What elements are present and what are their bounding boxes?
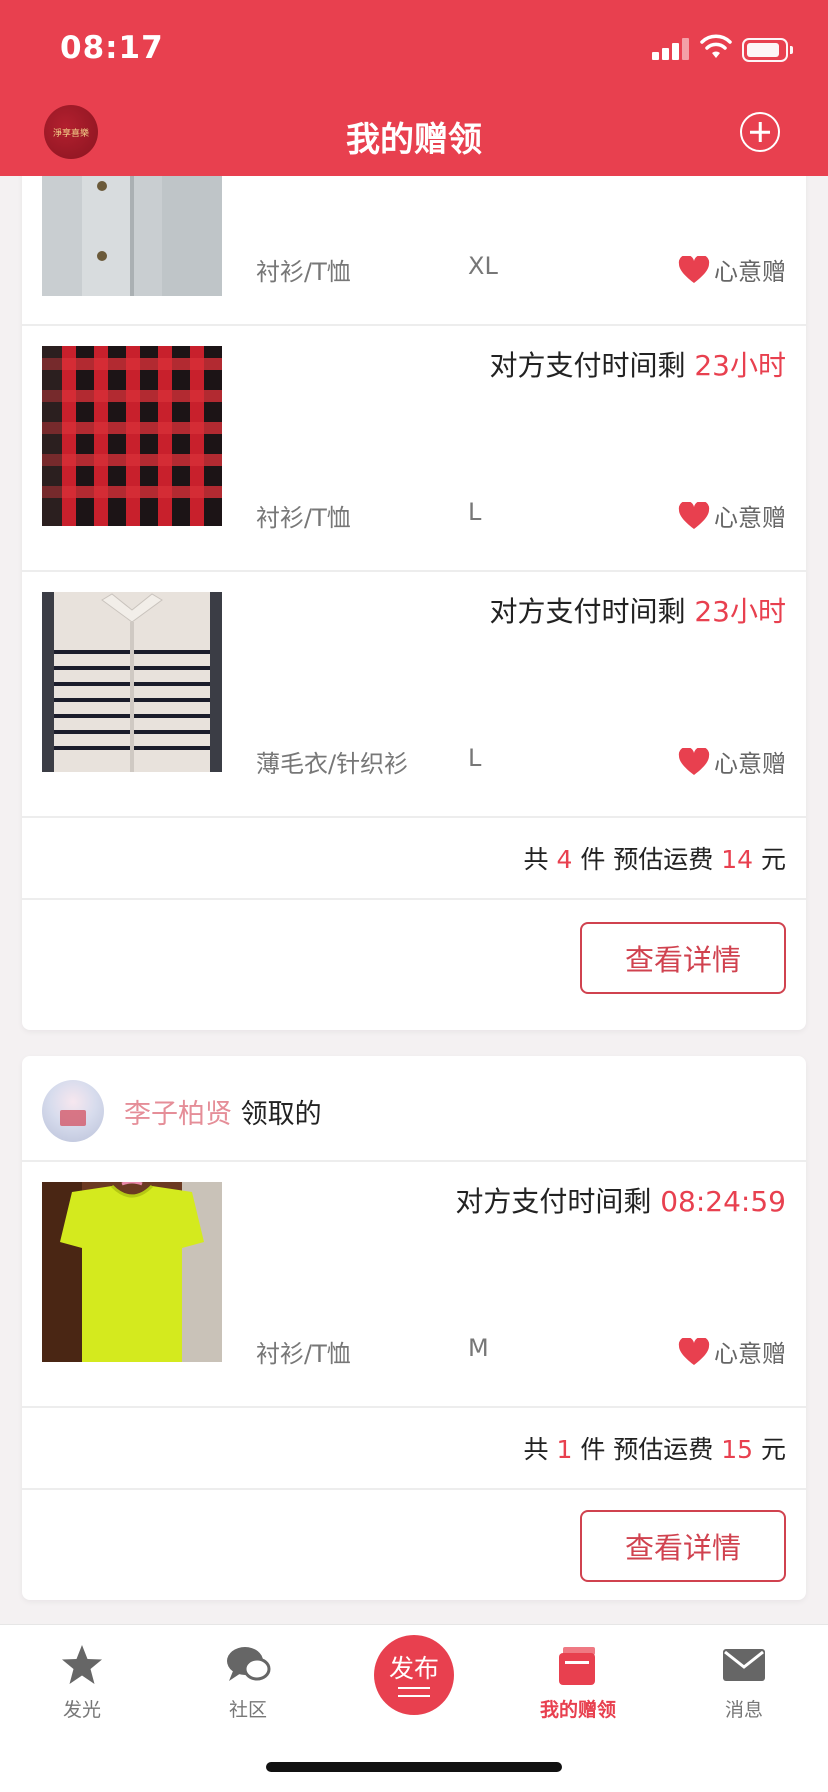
payment-timer: 对方支付时间剩 08:24:59 — [455, 1185, 786, 1218]
publish-button[interactable]: 发布 — [374, 1635, 454, 1715]
list-item[interactable]: 对方支付时间剩 23小时 衬衫/T恤 L 心意赠 — [22, 326, 806, 572]
mail-icon — [723, 1649, 765, 1681]
view-details-button[interactable]: 查看详情 — [580, 1510, 786, 1582]
tab-glow[interactable]: 发光 — [22, 1643, 142, 1722]
item-category: 衬衫/T恤 — [256, 1340, 351, 1368]
nav-bar: 淨享喜樂 我的赠领 — [0, 100, 828, 176]
item-category: 衬衫/T恤 — [256, 504, 351, 532]
add-circle-icon[interactable] — [740, 112, 780, 152]
receiver-row: 李子柏贤 领取的 — [22, 1056, 806, 1162]
heart-icon — [678, 501, 710, 529]
gift-type: 心意赠 — [678, 498, 786, 533]
menu-lines-icon — [398, 1687, 430, 1697]
gift-box-icon — [559, 1647, 595, 1685]
item-size: L — [468, 498, 482, 526]
item-photo — [42, 1182, 222, 1362]
divider — [22, 898, 806, 900]
divider — [22, 816, 806, 818]
home-indicator — [266, 1762, 562, 1772]
status-bar: 08:17 — [0, 0, 828, 100]
status-time: 08:17 — [60, 30, 164, 66]
item-category: 衬衫/T恤 — [256, 258, 351, 286]
item-photo — [42, 592, 222, 772]
chat-icon — [227, 1647, 271, 1681]
tab-community[interactable]: 社区 — [188, 1643, 308, 1722]
item-photo — [42, 176, 222, 296]
item-size: L — [468, 744, 482, 772]
app-header: 08:17 淨享喜樂 我的赠领 — [0, 0, 828, 176]
payment-timer: 对方支付时间剩 23小时 — [489, 349, 786, 382]
list-item[interactable]: 对方支付时间剩 08:24:59 衬衫/T恤 M 心意赠 — [22, 1162, 806, 1408]
tab-messages[interactable]: 消息 — [684, 1643, 804, 1722]
view-details-button[interactable]: 查看详情 — [580, 922, 786, 994]
receiver-name[interactable]: 李子柏贤 领取的 — [124, 1092, 322, 1131]
gift-type: 心意赠 — [678, 1334, 786, 1369]
gift-order-card: 衬衫/T恤 XL 心意赠 对方支付时间剩 23小时 衬衫/T恤 L 心意赠 对方… — [22, 176, 806, 1030]
item-photo — [42, 346, 222, 526]
gift-type: 心意赠 — [678, 744, 786, 779]
payment-timer: 对方支付时间剩 23小时 — [489, 595, 786, 628]
avatar[interactable] — [42, 1080, 104, 1142]
signal-icon — [652, 36, 692, 60]
order-summary: 共 1 件 预估运费 15 元 — [523, 1435, 786, 1464]
battery-icon — [742, 38, 793, 62]
gift-type: 心意赠 — [678, 252, 786, 287]
heart-icon — [678, 1337, 710, 1365]
order-summary: 共 4 件 预估运费 14 元 — [523, 845, 786, 874]
item-size: M — [468, 1334, 489, 1362]
list-item[interactable]: 对方支付时间剩 23小时 薄毛衣/针织衫 L 心意赠 — [22, 572, 806, 818]
tab-my-gifts[interactable]: 我的赠领 — [518, 1643, 638, 1722]
star-icon — [62, 1645, 102, 1684]
divider — [22, 1406, 806, 1408]
main-content: 衬衫/T恤 XL 心意赠 对方支付时间剩 23小时 衬衫/T恤 L 心意赠 对方… — [0, 176, 828, 1624]
gift-order-card: 李子柏贤 领取的 对方支付时间剩 08:24:59 衬衫/T恤 M 心意赠 共 … — [22, 1056, 806, 1600]
item-size: XL — [468, 252, 498, 280]
wifi-icon — [700, 34, 732, 58]
page-title: 我的赠领 — [346, 120, 482, 160]
heart-icon — [678, 255, 710, 283]
heart-icon — [678, 747, 710, 775]
divider — [22, 1488, 806, 1490]
item-category: 薄毛衣/针织衫 — [256, 750, 409, 778]
